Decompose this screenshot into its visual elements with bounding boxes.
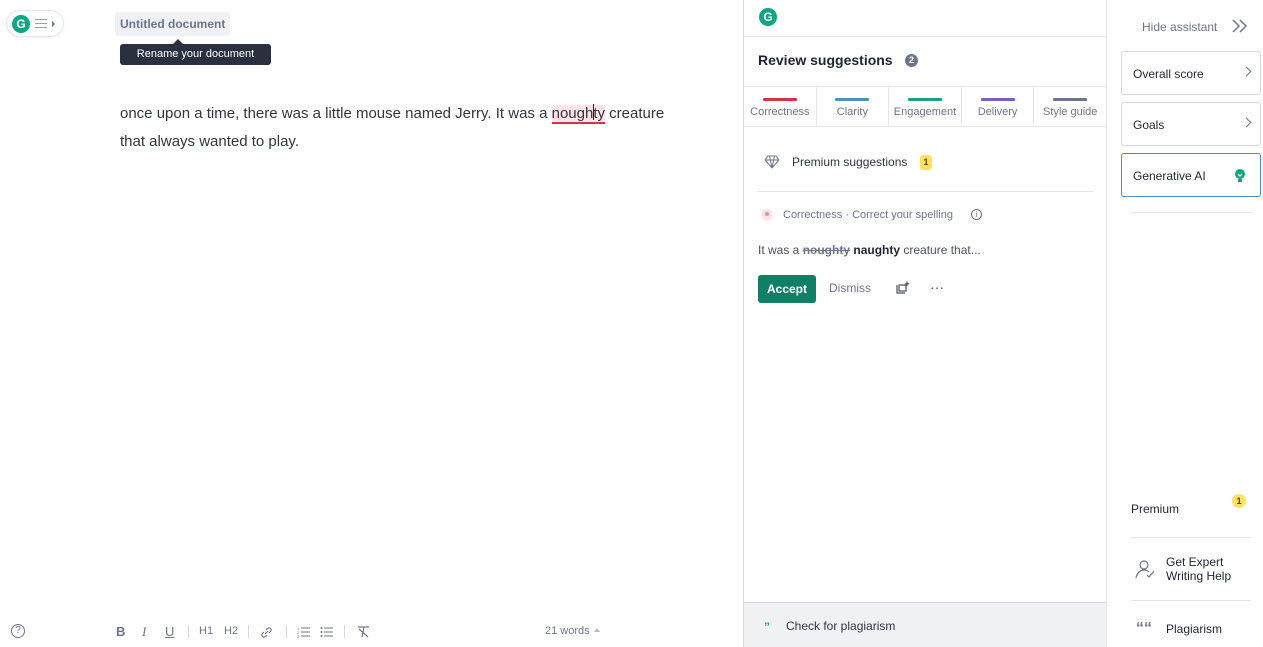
accept-button[interactable]: Accept — [758, 275, 816, 303]
link-icon[interactable] — [260, 626, 273, 639]
goals-label: Goals — [1133, 118, 1165, 132]
overall-score-card[interactable]: Overall score — [1121, 51, 1261, 95]
grammarly-logo-icon: G — [12, 14, 30, 33]
tab-engagement[interactable]: Engagement — [889, 87, 962, 126]
underline-button[interactable]: U — [165, 623, 174, 640]
review-count-badge: 2 — [905, 54, 918, 67]
caret-up-icon — [593, 628, 600, 632]
check-plagiarism-bar[interactable]: ” Check for plagiarism — [744, 602, 1106, 647]
misspelled-word[interactable]: noughty — [551, 104, 605, 124]
quote-icon: ” — [764, 620, 770, 634]
bottom-toolbar: ? B I U H1 H2 123 21 words — [0, 617, 743, 647]
svg-text:3: 3 — [297, 634, 300, 638]
word-count[interactable]: 21 words — [545, 625, 600, 637]
sidebar-divider — [1131, 600, 1251, 601]
bullet-list-icon[interactable] — [320, 626, 333, 638]
bold-button[interactable]: B — [116, 623, 125, 640]
rename-tooltip: Rename your document — [120, 39, 271, 65]
tab-label: Engagement — [893, 106, 957, 118]
app-menu-button[interactable]: G — [6, 10, 64, 37]
hide-assistant-button[interactable]: Hide assistant — [1142, 20, 1217, 34]
document-body[interactable]: once upon a time, there was a little mou… — [120, 100, 680, 156]
correctness-icon — [762, 209, 772, 221]
suggestion-card-header[interactable]: Correctness · Correct your spelling i — [758, 207, 1094, 225]
category-tabs: Correctness Clarity Engagement Delivery … — [744, 86, 1106, 127]
grammarly-editor-app: G Untitled document Rename your document… — [0, 0, 1263, 647]
info-icon[interactable]: i — [971, 209, 982, 220]
tab-correctness[interactable]: Correctness — [744, 87, 817, 126]
premium-count-badge: 1 — [1232, 494, 1246, 508]
text-segment: once upon a time, there was a little mou… — [120, 105, 552, 122]
tab-label: Clarity — [836, 106, 868, 118]
chevron-right-icon — [1241, 66, 1252, 77]
expert-person-icon — [1135, 560, 1155, 579]
wrong-word: noughty — [802, 243, 851, 257]
document-title[interactable]: Untitled document — [115, 12, 231, 36]
suggestion-sentence: It was a noughty naughty creature that..… — [758, 243, 981, 257]
chevron-right-icon — [1241, 117, 1252, 128]
suggestion-category: Correctness · Correct your spelling — [783, 209, 953, 221]
plagiarism-link[interactable]: Plagiarism — [1166, 622, 1222, 636]
menu-icon — [35, 18, 47, 29]
word-count-label: 21 words — [545, 625, 590, 637]
editor-area: G Untitled document Rename your document… — [0, 0, 743, 647]
goals-card[interactable]: Goals — [1121, 102, 1261, 146]
premium-suggestions-label: Premium suggestions — [792, 155, 908, 169]
category-indicator — [835, 98, 870, 101]
lightbulb-icon — [1235, 169, 1245, 182]
heading1-button[interactable]: H1 — [199, 623, 213, 640]
right-sidebar: Hide assistant Overall score Goals Gener… — [1107, 0, 1263, 647]
clear-format-icon[interactable] — [357, 626, 370, 638]
category-indicator — [907, 98, 942, 101]
diamond-icon — [764, 155, 780, 169]
check-plagiarism-label: Check for plagiarism — [786, 619, 896, 633]
tab-label: Delivery — [977, 106, 1018, 118]
get-expert-help-link[interactable]: Get Expert Writing Help — [1166, 555, 1256, 583]
toolbar-divider — [286, 625, 287, 638]
assistant-header: G — [744, 0, 1106, 37]
help-icon[interactable]: ? — [11, 624, 25, 638]
generative-ai-card[interactable]: Generative AI — [1121, 153, 1261, 197]
overall-score-label: Overall score — [1133, 67, 1204, 81]
premium-suggestions-row[interactable]: Premium suggestions 1 — [758, 148, 1094, 192]
dismiss-button[interactable]: Dismiss — [829, 281, 871, 295]
category-indicator — [1053, 98, 1088, 101]
assistant-panel: G Review suggestions 2 Correctness Clari… — [743, 0, 1107, 647]
double-chevron-right-icon[interactable] — [1231, 18, 1249, 34]
premium-count-badge: 1 — [920, 155, 932, 170]
tab-clarity[interactable]: Clarity — [817, 87, 890, 126]
category-indicator — [762, 98, 797, 101]
sentence-prefix: It was a — [758, 243, 803, 257]
ordered-list-icon[interactable]: 123 — [297, 626, 310, 638]
heading2-button[interactable]: H2 — [224, 623, 238, 640]
premium-link[interactable]: Premium — [1131, 502, 1179, 516]
caret-right-icon — [52, 20, 55, 27]
review-suggestions-title: Review suggestions — [758, 52, 893, 68]
toolbar-divider — [344, 625, 345, 638]
sidebar-divider — [1131, 537, 1251, 538]
tab-label: Style guide — [1042, 106, 1098, 118]
toolbar-divider — [188, 625, 189, 638]
tab-label: Correctness — [750, 106, 810, 118]
plagiarism-quote-icon: ““ — [1136, 620, 1152, 637]
toolbar-divider — [248, 625, 249, 638]
grammarly-logo-icon: G — [759, 8, 777, 26]
misspelled-part-b: ty — [593, 105, 605, 122]
tab-delivery[interactable]: Delivery — [962, 87, 1035, 126]
misspelled-part-a: nough — [551, 105, 594, 122]
generative-ai-label: Generative AI — [1133, 169, 1206, 183]
category-indicator — [980, 98, 1015, 101]
add-to-dictionary-icon[interactable] — [895, 281, 909, 295]
sidebar-divider — [1131, 212, 1251, 213]
more-options-icon[interactable]: ··· — [930, 279, 944, 295]
suggested-word: naughty — [853, 243, 901, 257]
tab-style-guide[interactable]: Style guide — [1034, 87, 1106, 126]
italic-button[interactable]: I — [142, 623, 146, 640]
sentence-suffix: creature that... — [900, 243, 981, 257]
